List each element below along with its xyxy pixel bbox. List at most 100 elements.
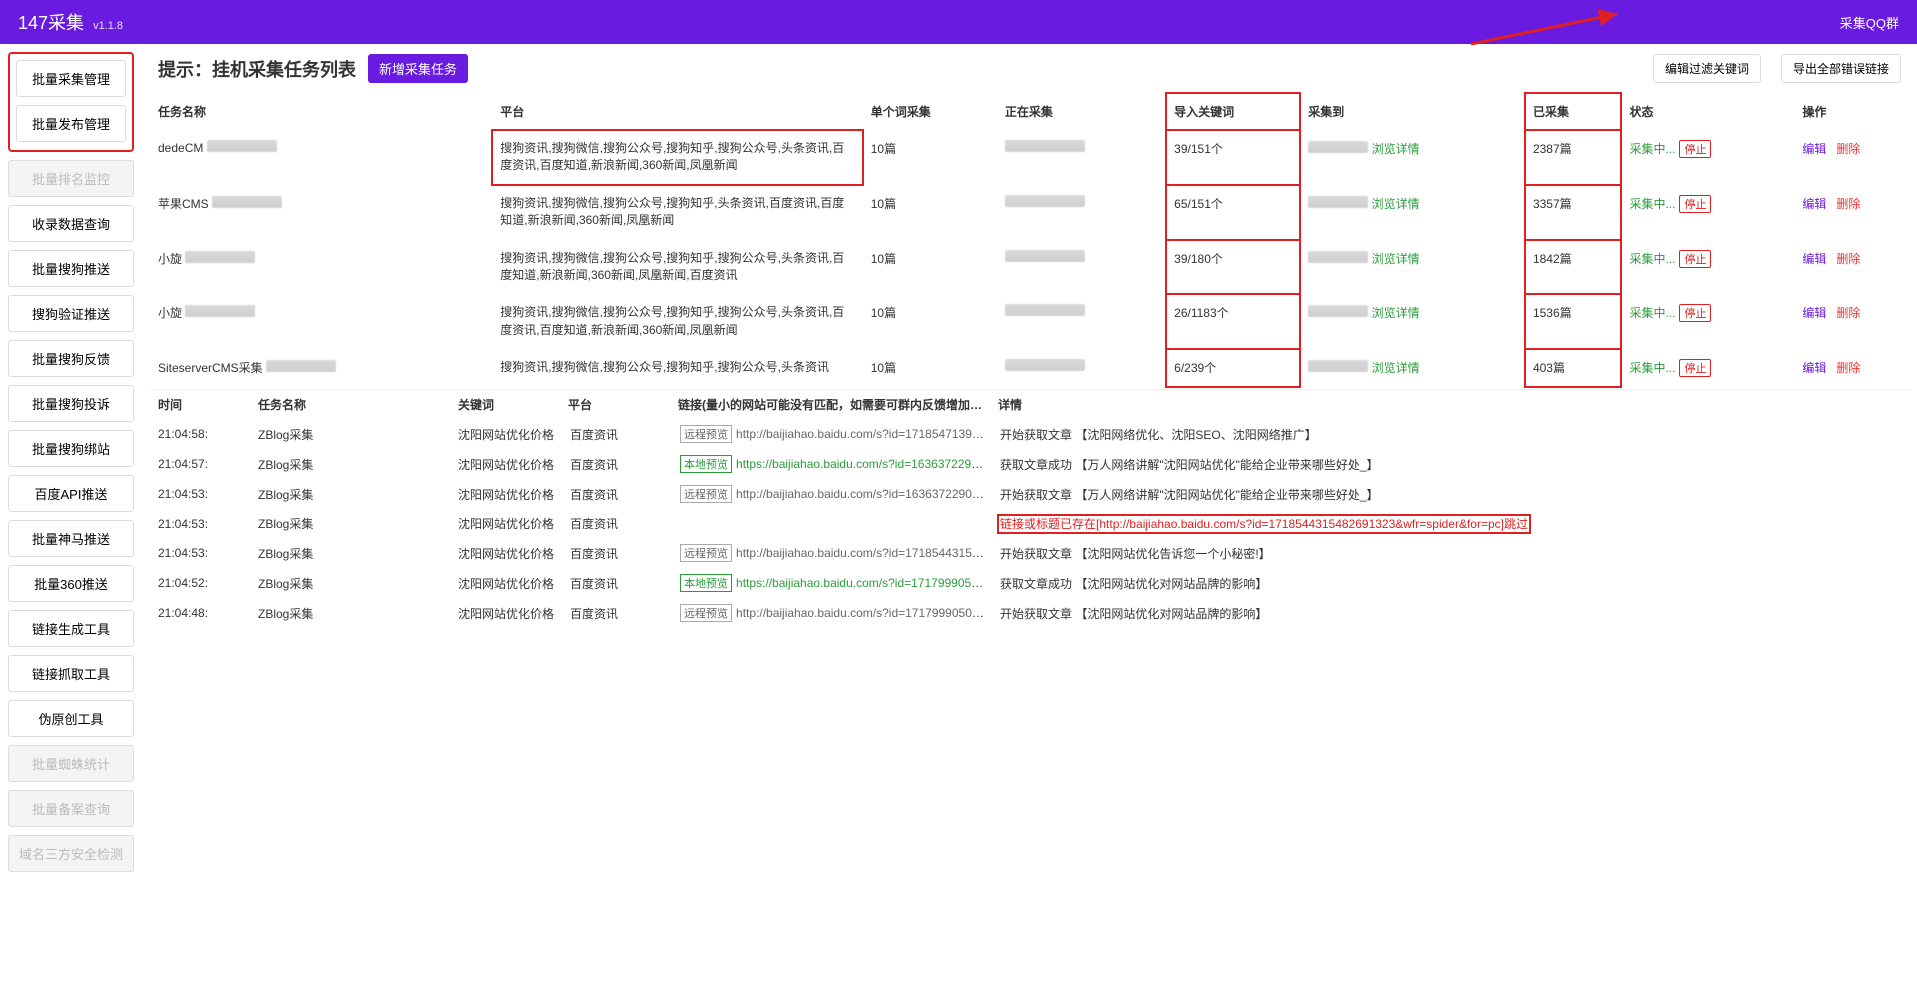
sidebar-item-collect-manage[interactable]: 批量采集管理: [16, 60, 126, 97]
sidebar-item-15: 域名三方安全检测: [8, 835, 134, 872]
task-running: [997, 185, 1166, 240]
local-preview-tag[interactable]: 本地预览: [680, 574, 732, 592]
stop-button[interactable]: 停止: [1679, 195, 1711, 213]
log-detail: 开始获取文章 【沈阳网络优化、沈阳SEO、沈阳网络推广】: [992, 419, 1909, 449]
edit-link[interactable]: 编辑: [1802, 197, 1826, 211]
edit-link[interactable]: 编辑: [1802, 361, 1826, 375]
sidebar-item-14: 批量备案查询: [8, 790, 134, 827]
stop-button[interactable]: 停止: [1679, 359, 1711, 377]
browse-detail-link[interactable]: 浏览详情: [1372, 252, 1420, 266]
task-platform: 搜狗资讯,搜狗微信,搜狗公众号,搜狗知乎,搜狗公众号,头条资讯: [492, 349, 862, 387]
log-plat: 百度资讯: [562, 479, 672, 509]
browse-detail-link[interactable]: 浏览详情: [1372, 306, 1420, 320]
sidebar-item-9[interactable]: 批量360推送: [8, 565, 134, 602]
task-name: dedeCM: [150, 130, 492, 185]
log-time: 21:04:53:: [150, 479, 250, 509]
brand-version: v1.1.8: [93, 20, 123, 32]
log-plat: 百度资讯: [562, 568, 672, 598]
titlebar: 提示：挂机采集任务列表 新增采集任务 编辑过滤关键词 导出全部错误链接: [142, 44, 1917, 93]
task-header-0: 任务名称: [150, 93, 492, 130]
task-header-4: 导入关键词: [1166, 93, 1300, 130]
remote-preview-tag[interactable]: 远程预览: [680, 604, 732, 622]
sidebar-item-publish-manage[interactable]: 批量发布管理: [16, 105, 126, 142]
delete-link[interactable]: 删除: [1836, 142, 1860, 156]
log-detail: 开始获取文章 【沈阳网站优化对网站品牌的影响】: [992, 598, 1909, 628]
browse-detail-link[interactable]: 浏览详情: [1372, 361, 1420, 375]
log-link: 本地预览https://baijiahao.baidu.com/s?id=163…: [672, 449, 992, 479]
sidebar-item-5[interactable]: 批量搜狗投诉: [8, 385, 134, 422]
sidebar-item-12[interactable]: 伪原创工具: [8, 700, 134, 737]
task-header-1: 平台: [492, 93, 862, 130]
delete-link[interactable]: 删除: [1836, 306, 1860, 320]
add-task-button[interactable]: 新增采集任务: [368, 54, 468, 83]
remote-preview-tag[interactable]: 远程预览: [680, 544, 732, 562]
task-keywords: 39/151个: [1166, 130, 1300, 185]
log-task: ZBlog采集: [250, 538, 450, 568]
sidebar-item-1[interactable]: 收录数据查询: [8, 205, 134, 242]
log-time: 21:04:57:: [150, 449, 250, 479]
task-single: 10篇: [863, 185, 997, 240]
browse-detail-link[interactable]: 浏览详情: [1372, 142, 1420, 156]
log-detail: 开始获取文章 【万人网络讲解"沈阳网站优化"能给企业带来哪些好处_】: [992, 479, 1909, 509]
log-row: 21:04:57:ZBlog采集沈阳网站优化价格百度资讯本地预览https://…: [150, 449, 1909, 479]
delete-link[interactable]: 删除: [1836, 361, 1860, 375]
stop-button[interactable]: 停止: [1679, 304, 1711, 322]
log-header-3: 平台: [560, 390, 670, 419]
task-collect-target: 浏览详情: [1300, 349, 1525, 387]
main-content: 提示：挂机采集任务列表 新增采集任务 编辑过滤关键词 导出全部错误链接 任务名称…: [142, 44, 1917, 994]
task-actions: 编辑 删除: [1794, 349, 1917, 387]
edit-link[interactable]: 编辑: [1802, 142, 1826, 156]
sidebar-item-6[interactable]: 批量搜狗绑站: [8, 430, 134, 467]
local-preview-tag[interactable]: 本地预览: [680, 455, 732, 473]
sidebar-red-group: 批量采集管理 批量发布管理: [8, 52, 134, 152]
stop-button[interactable]: 停止: [1679, 140, 1711, 158]
sidebar-item-2[interactable]: 批量搜狗推送: [8, 250, 134, 287]
log-link: 远程预览http://baijiahao.baidu.com/s?id=1717…: [672, 598, 992, 628]
qq-group-link[interactable]: 采集QQ群: [1840, 13, 1899, 32]
task-name: 小旋: [150, 294, 492, 349]
task-header-8: 操作: [1794, 93, 1917, 130]
page-title: 提示：挂机采集任务列表: [158, 56, 356, 82]
task-status: 采集中...停止: [1621, 185, 1794, 240]
log-detail: 获取文章成功 【万人网络讲解"沈阳网站优化"能给企业带来哪些好处_】: [992, 449, 1909, 479]
log-row: 21:04:48:ZBlog采集沈阳网站优化价格百度资讯远程预览http://b…: [150, 598, 1909, 628]
log-task: ZBlog采集: [250, 479, 450, 509]
delete-link[interactable]: 删除: [1836, 197, 1860, 211]
log-row: 21:04:52:ZBlog采集沈阳网站优化价格百度资讯本地预览https://…: [150, 568, 1909, 598]
sidebar-item-4[interactable]: 批量搜狗反馈: [8, 340, 134, 377]
task-collected: 1842篇: [1525, 240, 1622, 295]
log-detail: 开始获取文章 【沈阳网站优化告诉您一个小秘密!】: [992, 538, 1909, 568]
log-plat: 百度资讯: [562, 419, 672, 449]
sidebar-item-3[interactable]: 搜狗验证推送: [8, 295, 134, 332]
log-pane: 时间任务名称关键词平台链接(量小的网站可能没有匹配，如需要可群内反馈增加规则)详…: [150, 389, 1909, 986]
remote-preview-tag[interactable]: 远程预览: [680, 485, 732, 503]
log-link: 本地预览https://baijiahao.baidu.com/s?id=171…: [672, 568, 992, 598]
sidebar: 批量采集管理 批量发布管理 批量排名监控收录数据查询批量搜狗推送搜狗验证推送批量…: [0, 44, 142, 994]
log-header-2: 关键词: [450, 390, 560, 419]
task-collected: 3357篇: [1525, 185, 1622, 240]
task-row: SiteserverCMS采集 搜狗资讯,搜狗微信,搜狗公众号,搜狗知乎,搜狗公…: [150, 349, 1917, 387]
log-time: 21:04:48:: [150, 598, 250, 628]
task-row: dedeCM 搜狗资讯,搜狗微信,搜狗公众号,搜狗知乎,搜狗公众号,头条资讯,百…: [150, 130, 1917, 185]
log-link: [672, 509, 992, 538]
sidebar-item-11[interactable]: 链接抓取工具: [8, 655, 134, 692]
task-actions: 编辑 删除: [1794, 294, 1917, 349]
sidebar-item-10[interactable]: 链接生成工具: [8, 610, 134, 647]
export-error-links-button[interactable]: 导出全部错误链接: [1781, 54, 1901, 83]
log-task: ZBlog采集: [250, 598, 450, 628]
task-single: 10篇: [863, 240, 997, 295]
log-scroll-area[interactable]: 21:04:58:ZBlog采集沈阳网站优化价格百度资讯远程预览http://b…: [150, 419, 1909, 986]
log-kw: 沈阳网站优化价格: [450, 479, 562, 509]
log-table: 时间任务名称关键词平台链接(量小的网站可能没有匹配，如需要可群内反馈增加规则)详…: [150, 390, 1909, 419]
sidebar-item-8[interactable]: 批量神马推送: [8, 520, 134, 557]
delete-link[interactable]: 删除: [1836, 252, 1860, 266]
log-time: 21:04:53:: [150, 509, 250, 538]
task-row: 苹果CMS 搜狗资讯,搜狗微信,搜狗公众号,搜狗知乎,头条资讯,百度资讯,百度知…: [150, 185, 1917, 240]
edit-link[interactable]: 编辑: [1802, 252, 1826, 266]
edit-filter-keywords-button[interactable]: 编辑过滤关键词: [1653, 54, 1761, 83]
remote-preview-tag[interactable]: 远程预览: [680, 425, 732, 443]
browse-detail-link[interactable]: 浏览详情: [1372, 197, 1420, 211]
stop-button[interactable]: 停止: [1679, 250, 1711, 268]
edit-link[interactable]: 编辑: [1802, 306, 1826, 320]
sidebar-item-7[interactable]: 百度API推送: [8, 475, 134, 512]
